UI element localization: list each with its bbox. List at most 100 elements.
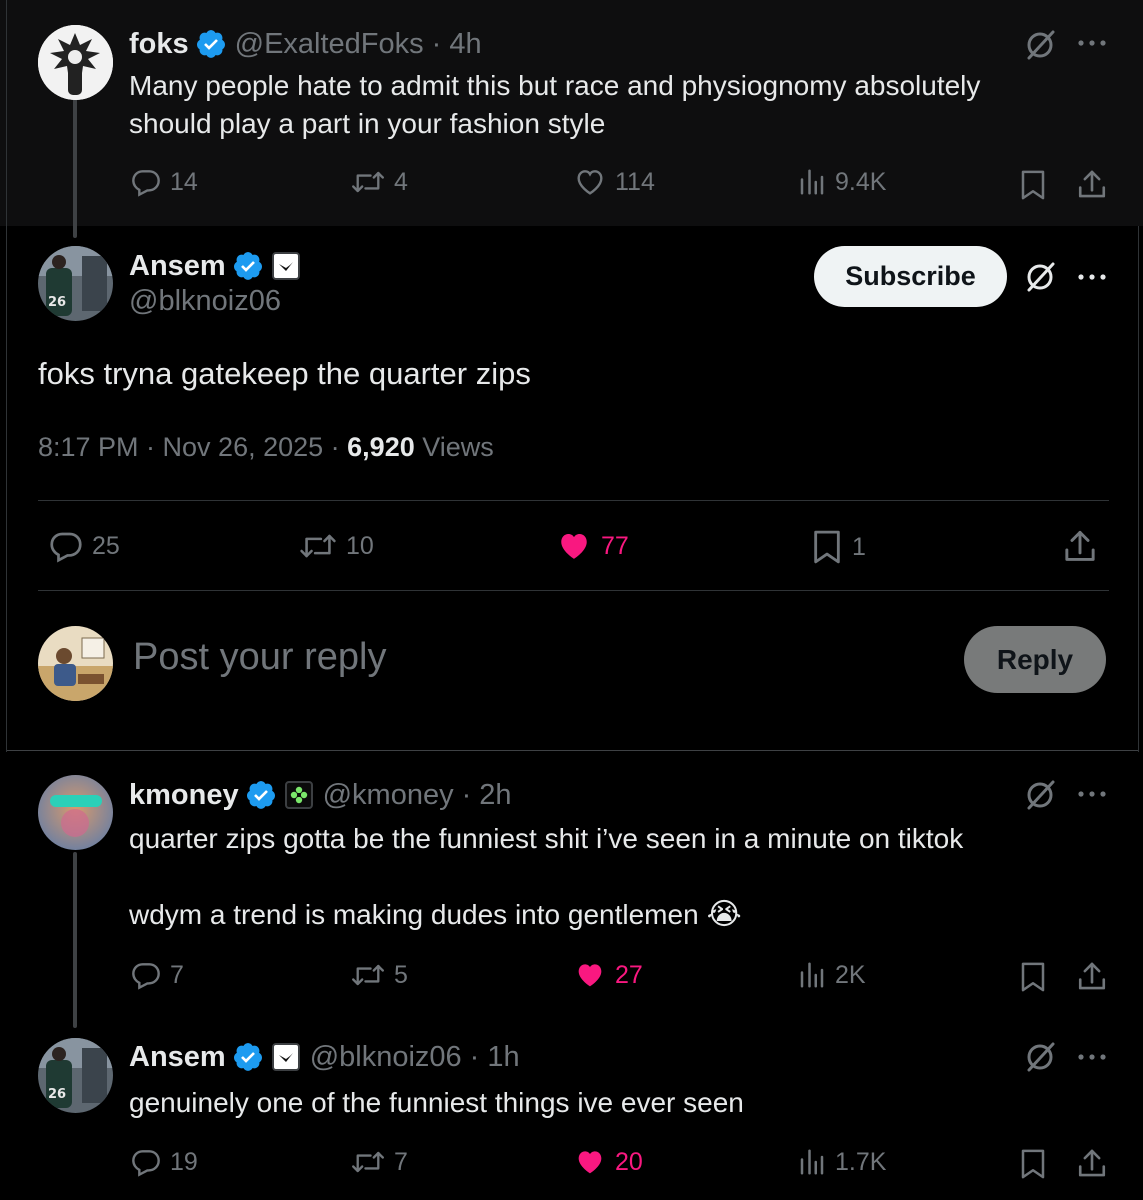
grok-icon[interactable]: [1023, 260, 1057, 294]
like-icon: [578, 1151, 602, 1174]
repost-icon: [300, 534, 336, 558]
verified-icon: [246, 781, 275, 809]
views-button[interactable]: 2K: [797, 959, 866, 991]
affiliate-badge[interactable]: [284, 781, 313, 809]
views-icon: [800, 169, 824, 195]
views-count: 2K: [835, 960, 866, 989]
author-handle[interactable]: @blknoiz06: [310, 1041, 462, 1074]
affiliate-badge[interactable]: [271, 1043, 300, 1071]
like-button[interactable]: 77: [555, 528, 629, 564]
avatar[interactable]: [38, 775, 113, 850]
like-button[interactable]: 114: [573, 166, 655, 198]
author-handle[interactable]: @blknoiz06: [129, 285, 281, 318]
repost-button[interactable]: 5: [350, 959, 408, 991]
post-time[interactable]: · 1h: [470, 1041, 520, 1074]
repost-count: 7: [394, 1147, 408, 1176]
views-label: Views: [414, 432, 494, 462]
avatar[interactable]: 26: [38, 1038, 113, 1113]
bookmark-icon: [814, 530, 840, 564]
reply-count: 14: [170, 167, 198, 196]
author-name[interactable]: Ansem: [129, 250, 226, 283]
author-name[interactable]: foks: [129, 28, 189, 61]
affiliate-badge[interactable]: [271, 252, 300, 280]
avatar[interactable]: [38, 25, 113, 100]
avatar[interactable]: 26: [38, 246, 113, 321]
repost-icon: [352, 1151, 384, 1173]
share-icon[interactable]: [1062, 528, 1098, 566]
views-count: 9.4K: [835, 167, 887, 196]
author-name[interactable]: kmoney: [129, 779, 239, 812]
more-icon[interactable]: [1075, 272, 1109, 282]
bookmark-icon[interactable]: [1018, 168, 1048, 202]
frame-edge: [6, 0, 7, 752]
verified-icon: [196, 30, 225, 58]
post-text: wdym a trend is making dudes into gentle…: [129, 899, 699, 930]
reply-count: 7: [170, 960, 184, 989]
thread-line: [73, 98, 77, 238]
like-button[interactable]: 20: [573, 1146, 643, 1178]
divider: [6, 750, 1138, 751]
svg-text:26: 26: [48, 1087, 66, 1102]
like-icon: [561, 534, 587, 559]
post-text: Many people hate to admit this but race …: [129, 70, 981, 139]
reply-button[interactable]: 7: [130, 959, 184, 991]
verified-icon: [233, 1043, 262, 1071]
like-count: 77: [601, 531, 629, 560]
more-icon[interactable]: [1075, 1052, 1109, 1062]
like-count: 114: [615, 167, 655, 196]
post-time[interactable]: · 4h: [432, 28, 482, 61]
repost-button[interactable]: 7: [350, 1146, 408, 1178]
post-text: genuinely one of the funniest things ive…: [129, 1087, 744, 1118]
more-icon[interactable]: [1075, 38, 1109, 48]
views-button[interactable]: 9.4K: [797, 166, 886, 198]
verified-icon: [233, 252, 262, 280]
user-avatar[interactable]: [38, 626, 113, 701]
bookmark-icon[interactable]: [1018, 1147, 1048, 1181]
bookmark-button[interactable]: 1: [810, 528, 866, 566]
grok-icon[interactable]: [1023, 1040, 1057, 1074]
reply-count: 19: [170, 1147, 198, 1176]
reply-input[interactable]: Post your reply: [133, 636, 386, 679]
thread-line: [73, 852, 77, 1028]
repost-icon: [352, 964, 384, 986]
like-icon: [577, 170, 603, 195]
bookmark-icon[interactable]: [1018, 960, 1048, 994]
author-handle[interactable]: @kmoney: [323, 779, 454, 812]
share-icon[interactable]: [1076, 960, 1108, 994]
author-handle[interactable]: @ExaltedFoks: [235, 28, 424, 61]
reply-icon: [132, 170, 160, 197]
share-icon[interactable]: [1076, 1147, 1108, 1181]
reply-submit-button[interactable]: Reply: [964, 626, 1106, 693]
author-name[interactable]: Ansem: [129, 1041, 226, 1074]
reply-button[interactable]: 25: [48, 528, 120, 564]
repost-button[interactable]: 10: [298, 528, 374, 564]
post-timestamp[interactable]: 8:17 PM · Nov 26, 2025 ·: [38, 432, 347, 463]
reply-button[interactable]: 14: [130, 166, 198, 198]
bookmark-count: 1: [852, 532, 866, 561]
post-time[interactable]: · 2h: [462, 779, 512, 812]
like-count: 20: [615, 1147, 643, 1176]
grok-icon[interactable]: [1023, 28, 1057, 62]
repost-button[interactable]: 4: [350, 166, 408, 198]
views-button[interactable]: 1.7K: [797, 1146, 886, 1178]
views-count: 6,920: [347, 432, 415, 462]
repost-count: 10: [346, 531, 374, 560]
subscribe-button[interactable]: Subscribe: [814, 246, 1007, 307]
repost-count: 5: [394, 960, 408, 989]
grok-icon[interactable]: [1023, 778, 1057, 812]
reply-button[interactable]: 19: [130, 1146, 198, 1178]
post-text: quarter zips gotta be the funniest shit …: [129, 823, 964, 854]
divider: [38, 500, 1109, 501]
like-icon: [578, 964, 602, 987]
share-icon[interactable]: [1076, 168, 1108, 202]
frame-edge: [1138, 226, 1139, 752]
views-icon: [800, 1149, 824, 1175]
reply-icon: [132, 963, 160, 990]
repost-icon: [352, 171, 384, 193]
reply-icon: [132, 1150, 160, 1177]
views-icon: [800, 962, 824, 988]
more-icon[interactable]: [1075, 789, 1109, 799]
like-button[interactable]: 27: [573, 959, 643, 991]
reply-icon: [50, 532, 82, 563]
views-count: 1.7K: [835, 1147, 887, 1176]
